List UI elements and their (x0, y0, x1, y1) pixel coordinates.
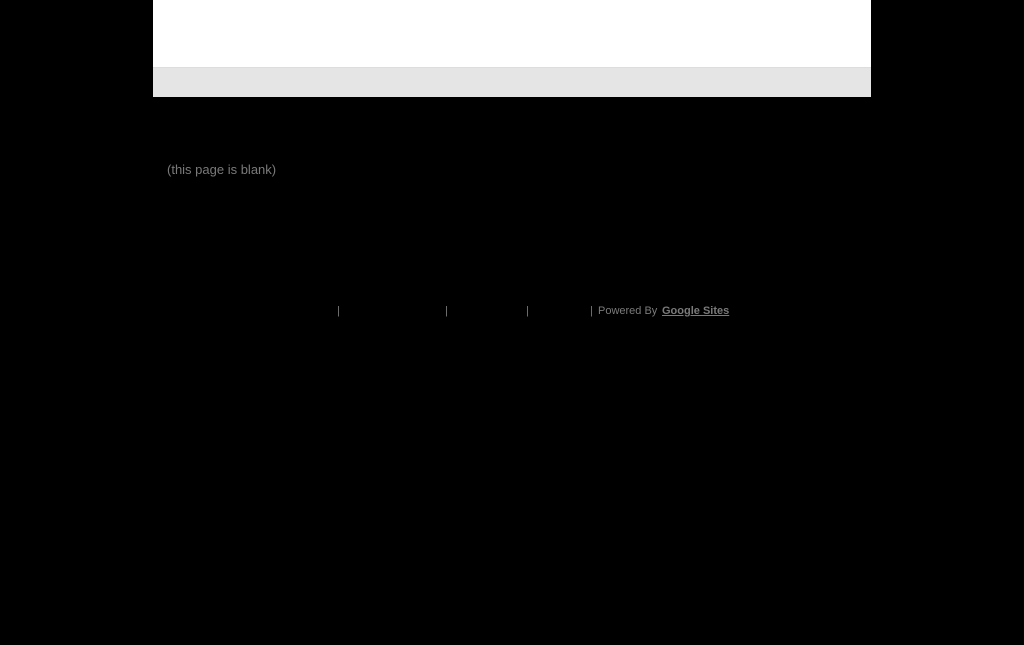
footer-link-1[interactable] (153, 303, 333, 319)
navigation-bar (153, 67, 871, 97)
footer: | | | | Powered By Google Sites (153, 303, 871, 321)
footer-separator: | (445, 305, 448, 317)
footer-separator: | (337, 305, 340, 317)
footer-link-4[interactable] (533, 303, 588, 319)
content-area: (this page is blank) (153, 97, 871, 287)
footer-separator: | (590, 305, 593, 317)
footer-link-2[interactable] (345, 303, 445, 319)
google-sites-link[interactable]: Google Sites (662, 303, 729, 319)
footer-link-3[interactable] (453, 303, 525, 319)
footer-separator: | (526, 305, 529, 317)
page: (this page is blank) | | | | Powered By … (0, 0, 1024, 645)
powered-by-label: Powered By (598, 305, 658, 317)
blank-page-message: (this page is blank) (167, 162, 277, 177)
site-header (153, 0, 871, 67)
